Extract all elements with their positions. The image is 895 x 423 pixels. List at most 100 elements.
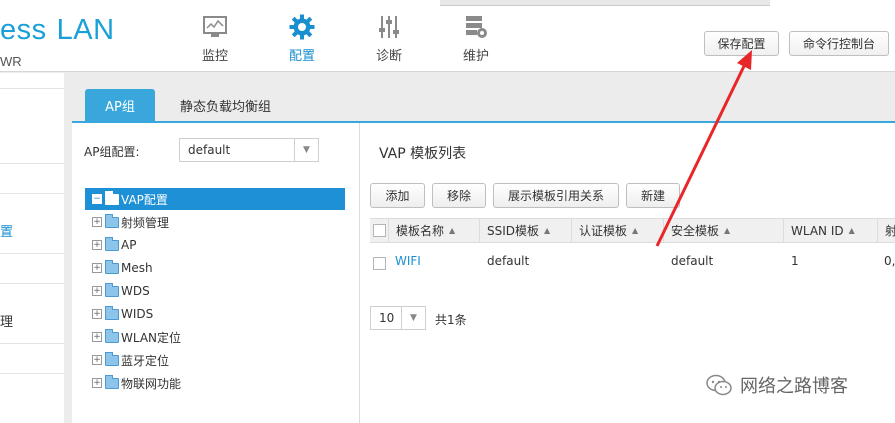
tree-item-label: WDS: [121, 284, 150, 298]
panel-divider: [359, 123, 360, 423]
page-size-select[interactable]: 10 ▼: [370, 306, 426, 330]
tree-item-label: WIDS: [121, 307, 154, 321]
expand-icon[interactable]: +: [92, 240, 102, 250]
tree-item-label: 物联网功能: [121, 376, 182, 391]
chevron-down-icon: ▼: [294, 139, 318, 161]
tree-item-label: WLAN定位: [121, 330, 182, 345]
nav-maintain[interactable]: 维护: [446, 14, 506, 64]
expand-icon[interactable]: +: [92, 217, 102, 227]
folder-icon: [105, 190, 119, 205]
brand-left: ess: [0, 14, 47, 46]
nav-maintain-label: 维护: [462, 49, 489, 64]
tree-item-wids[interactable]: + WIDS: [85, 303, 345, 325]
sliders-icon: [379, 16, 399, 38]
expand-icon[interactable]: +: [92, 286, 102, 296]
folder-icon: [105, 282, 119, 297]
add-button[interactable]: 添加: [370, 183, 425, 208]
expand-icon[interactable]: +: [92, 378, 102, 388]
left-sidebar: 置 理: [0, 73, 64, 423]
expand-icon[interactable]: +: [92, 332, 102, 342]
col-wlan-id[interactable]: WLAN ID ▲: [783, 219, 877, 242]
sort-icon: ▲: [632, 226, 639, 235]
tab-load-balance-group[interactable]: 静态负载均衡组: [168, 89, 283, 122]
ap-group-select[interactable]: default ▼: [179, 138, 319, 162]
collapse-icon[interactable]: −: [92, 194, 102, 204]
browser-strip: [440, 0, 770, 6]
cell-wlan-id: 1: [791, 254, 799, 268]
tree-item-iot[interactable]: + 物联网功能: [85, 372, 345, 394]
folder-icon: [105, 351, 119, 366]
expand-icon[interactable]: +: [92, 309, 102, 319]
monitor-icon: [203, 16, 227, 37]
tree-item-mesh[interactable]: + Mesh: [85, 257, 345, 279]
page-size-value: 10: [379, 311, 395, 325]
col-ssid-template[interactable]: SSID模板 ▲: [479, 219, 571, 242]
sort-icon: ▲: [449, 226, 456, 235]
brand-subtitle: WR: [0, 54, 22, 69]
sidebar-divider: [0, 163, 64, 164]
show-template-reference-button[interactable]: 展示模板引用关系: [493, 183, 619, 208]
tree-item-vap-config[interactable]: − VAP配置: [85, 188, 345, 210]
sidebar-divider: [0, 253, 64, 254]
col-radio[interactable]: 射: [877, 219, 895, 242]
col-template-name[interactable]: 模板名称 ▲: [388, 219, 480, 242]
expand-icon[interactable]: +: [92, 355, 102, 365]
row-checkbox[interactable]: [373, 257, 386, 270]
tree-item-wlan-location[interactable]: + WLAN定位: [85, 326, 345, 348]
tab-ap-group[interactable]: AP组: [85, 89, 155, 122]
folder-icon: [105, 305, 119, 320]
folder-icon: [105, 236, 119, 251]
tree-item-ap[interactable]: + AP: [85, 234, 345, 256]
cell-radio: 0,1: [884, 254, 895, 268]
nav-monitor[interactable]: 监控: [185, 14, 245, 64]
cell-ssid-template: default: [487, 254, 530, 268]
tree-item-label: Mesh: [121, 261, 153, 275]
gear-icon: [289, 14, 315, 40]
folder-icon: [105, 259, 119, 274]
save-config-button[interactable]: 保存配置: [704, 31, 779, 56]
brand-logo: ess LAN: [0, 14, 115, 47]
col-auth-template[interactable]: 认证模板 ▲: [571, 219, 663, 242]
vap-list-title: VAP 模板列表: [379, 146, 467, 162]
tree-item-label: VAP配置: [121, 192, 168, 207]
remove-button[interactable]: 移除: [432, 183, 486, 208]
tree-item-bluetooth-location[interactable]: + 蓝牙定位: [85, 349, 345, 371]
sidebar-divider: [0, 343, 64, 344]
new-button[interactable]: 新建: [626, 183, 680, 208]
tree-item-label: 蓝牙定位: [121, 353, 170, 368]
folder-icon: [105, 374, 119, 389]
sidebar-divider: [0, 193, 64, 194]
table-header: 模板名称 ▲ SSID模板 ▲ 认证模板 ▲ 安全模板 ▲ WLAN ID ▲ 射: [370, 218, 895, 243]
sidebar-item-manage[interactable]: 理: [0, 311, 13, 330]
tree-item-wds[interactable]: + WDS: [85, 280, 345, 302]
nav-config[interactable]: 配置: [272, 14, 332, 64]
sort-icon: ▲: [544, 226, 551, 235]
nav-monitor-label: 监控: [201, 49, 228, 64]
select-all-checkbox[interactable]: [373, 224, 386, 237]
tree-item-radio-mgmt[interactable]: + 射频管理: [85, 211, 345, 233]
sidebar-divider: [0, 283, 64, 284]
folder-icon: [105, 328, 119, 343]
maintenance-icon: [466, 16, 487, 38]
nav-diagnose[interactable]: 诊断: [359, 14, 419, 64]
top-header: ess LAN WR 监控 配置 诊断 维护 保存配置 命令行控制台: [0, 0, 895, 72]
tree-item-label: 射频管理: [121, 215, 170, 230]
wechat-icon: [706, 374, 732, 396]
cli-console-button[interactable]: 命令行控制台: [789, 31, 889, 56]
expand-icon[interactable]: +: [92, 263, 102, 273]
select-all-checkbox-cell[interactable]: [370, 219, 390, 242]
sort-icon: ▲: [724, 226, 731, 235]
cell-security-template: default: [671, 254, 714, 268]
brand-right: LAN: [56, 14, 115, 46]
col-security-template[interactable]: 安全模板 ▲: [663, 219, 783, 242]
nav-config-label: 配置: [288, 49, 315, 64]
sidebar-item-config[interactable]: 置: [0, 221, 13, 240]
folder-icon: [105, 213, 119, 228]
chevron-down-icon: ▼: [401, 307, 425, 329]
sidebar-divider: [0, 373, 64, 374]
sidebar-divider: [0, 88, 64, 89]
watermark: 网络之路博客: [706, 372, 848, 398]
ap-group-select-value: default: [188, 143, 231, 157]
cell-template-name[interactable]: WIFI: [395, 254, 421, 268]
total-count: 共1条: [435, 313, 467, 327]
